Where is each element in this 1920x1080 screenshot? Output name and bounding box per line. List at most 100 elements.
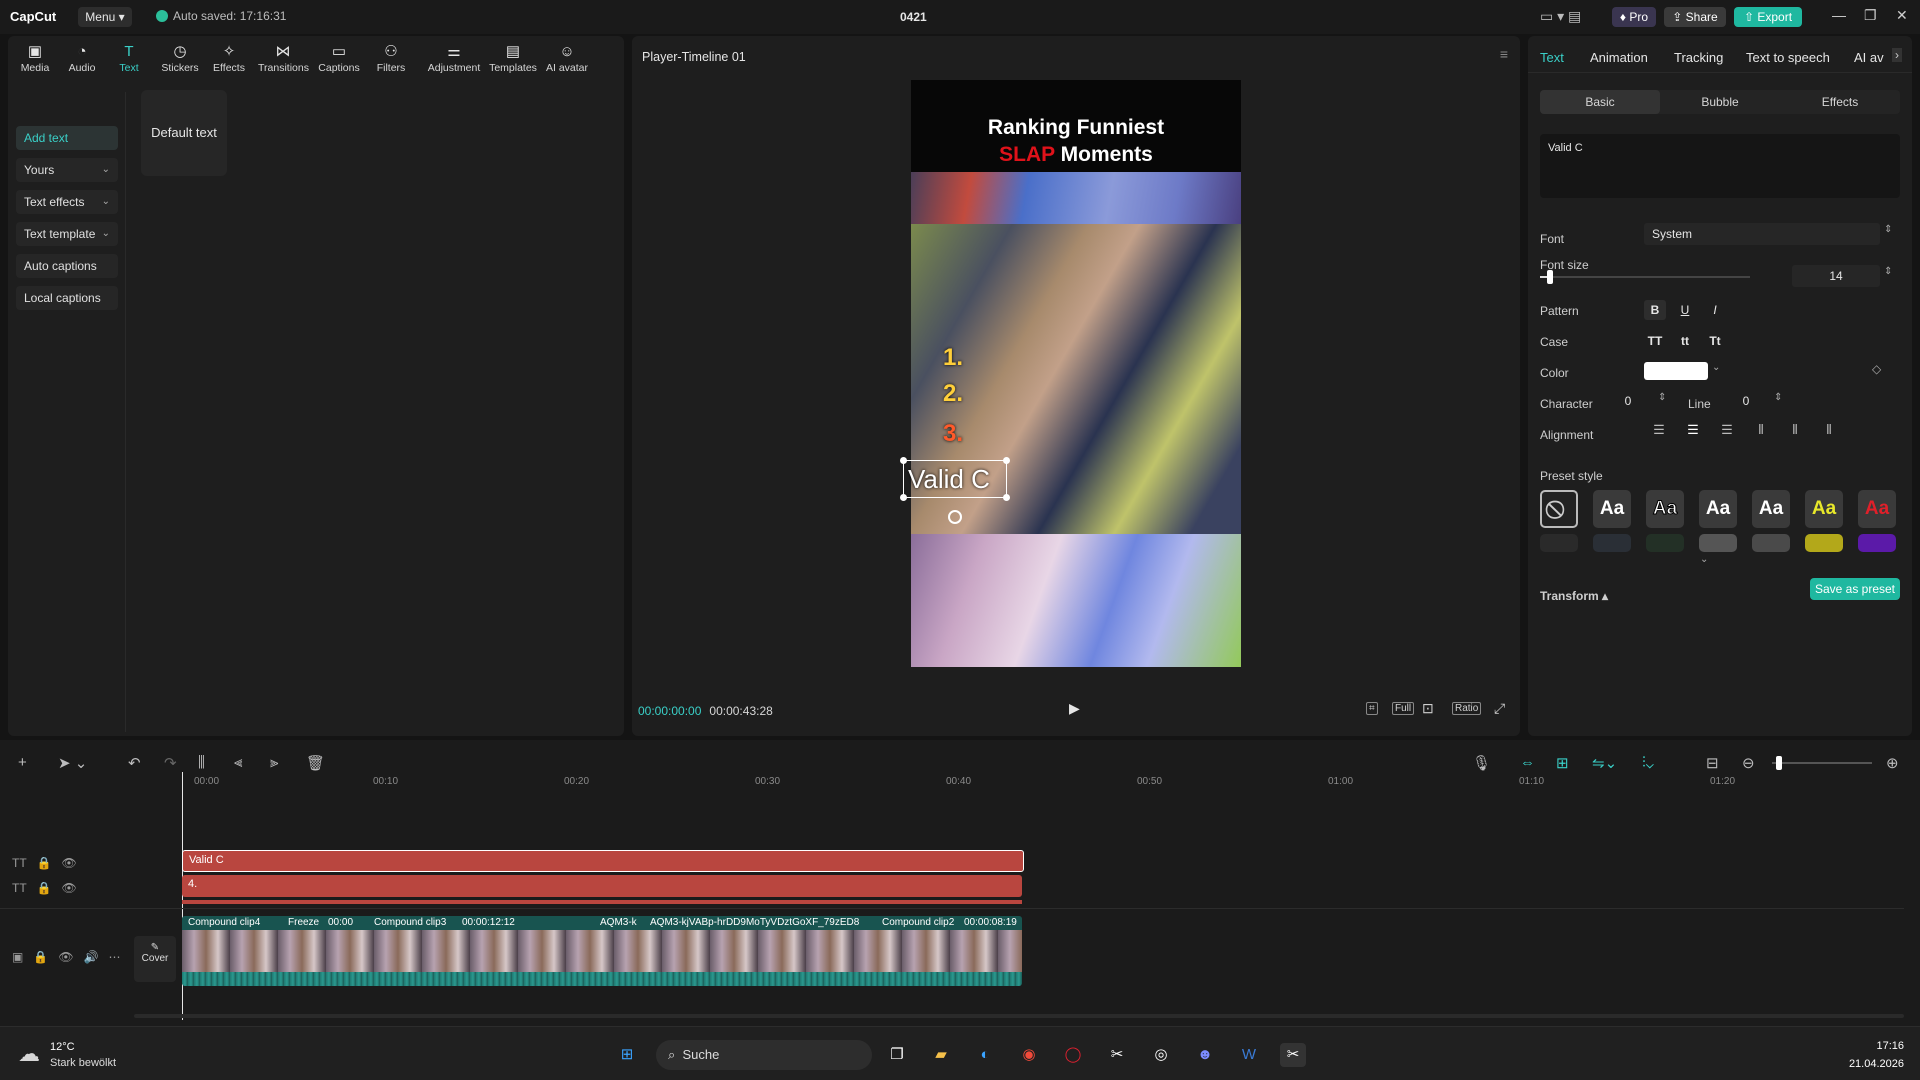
- layout-icon[interactable]: ▭ ▾ ▤: [1540, 8, 1581, 25]
- taskbar-search[interactable]: ⌕ Suche: [656, 1040, 872, 1070]
- text-clip-selected[interactable]: Valid C: [182, 850, 1024, 872]
- pro-button[interactable]: ♦ Pro: [1612, 7, 1656, 27]
- tool-ai-avatar[interactable]: ☺ AI avatar: [542, 42, 592, 74]
- tool-text[interactable]: T Text: [104, 42, 154, 74]
- preset-style[interactable]: Aa: [1805, 490, 1843, 528]
- character-spacing-input[interactable]: 0: [1604, 390, 1652, 412]
- tab-ai-avatar[interactable]: AI av: [1854, 50, 1884, 65]
- capcut-active-icon[interactable]: ✂: [1280, 1043, 1306, 1067]
- align-center-icon[interactable]: ☰: [1678, 422, 1708, 444]
- split-icon[interactable]: ⫼: [198, 754, 205, 771]
- tool-filters[interactable]: ⚇ Filters: [366, 42, 416, 74]
- zoom-slider-thumb[interactable]: [1776, 756, 1782, 770]
- volume-icon[interactable]: 🔊: [84, 950, 99, 964]
- text-overlay-selection[interactable]: Valid C: [903, 460, 1007, 498]
- save-as-preset-button[interactable]: Save as preset: [1810, 578, 1900, 600]
- cover-button[interactable]: ✎ Cover: [134, 936, 176, 982]
- tool-adjustment[interactable]: ⚌ Adjustment: [423, 42, 485, 74]
- underline-button[interactable]: U: [1674, 300, 1696, 320]
- keyframe-icon[interactable]: ◇: [1872, 362, 1881, 376]
- resize-handle[interactable]: [900, 494, 907, 501]
- video-preview[interactable]: Ranking Funniest SLAP Moments 1. 2. 3.: [911, 80, 1241, 667]
- eye-icon[interactable]: 👁: [61, 856, 76, 870]
- crop-icon[interactable]: ⌗: [1366, 702, 1378, 715]
- lock-icon[interactable]: 🔒: [36, 856, 51, 870]
- text-content-input[interactable]: Valid C: [1540, 134, 1900, 198]
- align-right-icon[interactable]: ☰: [1712, 422, 1742, 444]
- add-icon[interactable]: +: [18, 754, 27, 771]
- play-icon[interactable]: ▶: [1069, 700, 1080, 717]
- select-cursor-icon[interactable]: ➤ ⌄: [58, 754, 87, 772]
- preset-style[interactable]: Aa: [1699, 490, 1737, 528]
- video-track[interactable]: Compound clip4 Freeze 00:00 Compound cli…: [182, 916, 1022, 986]
- capcut-icon[interactable]: ✂: [1104, 1043, 1130, 1067]
- sidebar-item-text-effects[interactable]: Text effects ⌄: [16, 190, 118, 214]
- subtab-bubble[interactable]: Bubble: [1660, 90, 1780, 114]
- text-clip[interactable]: 4.: [182, 875, 1022, 897]
- bold-button[interactable]: B: [1644, 300, 1666, 320]
- rotate-icon[interactable]: [948, 510, 962, 524]
- font-select[interactable]: System: [1644, 223, 1880, 245]
- fullscreen-icon[interactable]: ⤢: [1494, 700, 1505, 717]
- preview-axis-icon[interactable]: ⫶⌄: [1642, 754, 1654, 771]
- magnet-icon[interactable]: ⇋⌄: [1592, 754, 1617, 772]
- tab-text-to-speech[interactable]: Text to speech: [1746, 50, 1830, 65]
- tab-animation[interactable]: Animation: [1590, 50, 1648, 65]
- zoom-slider[interactable]: [1772, 762, 1872, 764]
- stepper-icon[interactable]: ⇕: [1658, 392, 1666, 403]
- slider-thumb[interactable]: [1547, 270, 1553, 284]
- preset-style[interactable]: Aa: [1593, 490, 1631, 528]
- snap-icon[interactable]: ⊞: [1556, 754, 1569, 772]
- minimize-icon[interactable]: —: [1832, 7, 1846, 23]
- resize-handle[interactable]: [1003, 457, 1010, 464]
- align-left-icon[interactable]: ☰: [1644, 422, 1674, 444]
- tool-templates[interactable]: ▤ Templates: [488, 42, 538, 74]
- share-button[interactable]: ⇪ Share: [1664, 7, 1726, 27]
- full-button[interactable]: Full: [1392, 702, 1415, 715]
- subtab-effects[interactable]: Effects: [1780, 90, 1900, 114]
- sidebar-item-text-template[interactable]: Text template ⌄: [16, 222, 118, 246]
- timeline-scrollbar[interactable]: [134, 1014, 1904, 1018]
- preset-style[interactable]: [1752, 534, 1790, 552]
- default-text-item[interactable]: Default text: [141, 90, 227, 176]
- chevron-down-icon[interactable]: ⌄: [1712, 362, 1720, 373]
- split-right-icon[interactable]: ⫸: [270, 754, 278, 771]
- link-icon[interactable]: ⇔: [1520, 754, 1535, 771]
- preset-style[interactable]: [1593, 534, 1631, 552]
- fit-icon[interactable]: ⊟: [1706, 754, 1719, 772]
- font-size-input[interactable]: 14: [1792, 265, 1880, 287]
- line-spacing-input[interactable]: 0: [1722, 390, 1770, 412]
- lock-icon[interactable]: 🔒: [33, 950, 48, 964]
- undo-icon[interactable]: ↶: [128, 754, 141, 772]
- tool-captions[interactable]: ▭ Captions: [314, 42, 364, 74]
- export-button[interactable]: ⇧ Export: [1734, 7, 1802, 27]
- timeline-ruler[interactable]: 00:00 00:10 00:20 00:30 00:40 00:50 01:0…: [182, 776, 1902, 796]
- stepper-icon[interactable]: ⇕: [1774, 392, 1782, 403]
- stepper-icon[interactable]: ⇕: [1884, 266, 1892, 277]
- tool-media[interactable]: ▣ Media: [10, 42, 60, 74]
- case-title-button[interactable]: Tt: [1704, 331, 1726, 351]
- tab-tracking[interactable]: Tracking: [1674, 50, 1723, 65]
- preset-style[interactable]: Aa: [1858, 490, 1896, 528]
- eye-icon[interactable]: 👁: [61, 881, 76, 895]
- align-bottom-icon[interactable]: ⫴: [1814, 422, 1844, 444]
- preset-style[interactable]: Aa: [1646, 490, 1684, 528]
- color-swatch[interactable]: [1644, 362, 1708, 380]
- sidebar-item-yours[interactable]: Yours ⌄: [16, 158, 118, 182]
- file-explorer-icon[interactable]: ▰: [928, 1043, 954, 1067]
- ratio-button[interactable]: Ratio: [1452, 702, 1482, 715]
- player-menu-icon[interactable]: ≡: [1500, 46, 1508, 62]
- opera-icon[interactable]: ◯: [1060, 1043, 1086, 1067]
- preset-style[interactable]: Aa: [1752, 490, 1790, 528]
- align-top-icon[interactable]: ⫴: [1746, 422, 1776, 444]
- preset-style[interactable]: [1699, 534, 1737, 552]
- chrome-icon[interactable]: ◉: [1016, 1043, 1042, 1067]
- preset-style[interactable]: [1646, 534, 1684, 552]
- preset-style[interactable]: [1858, 534, 1896, 552]
- redo-icon[interactable]: ↷: [164, 754, 177, 772]
- restore-icon[interactable]: ❐: [1864, 7, 1877, 24]
- resize-handle[interactable]: [900, 457, 907, 464]
- delete-icon[interactable]: 🗑: [306, 754, 325, 772]
- more-icon[interactable]: ⋯: [109, 950, 121, 964]
- align-middle-icon[interactable]: ⫴: [1780, 422, 1810, 444]
